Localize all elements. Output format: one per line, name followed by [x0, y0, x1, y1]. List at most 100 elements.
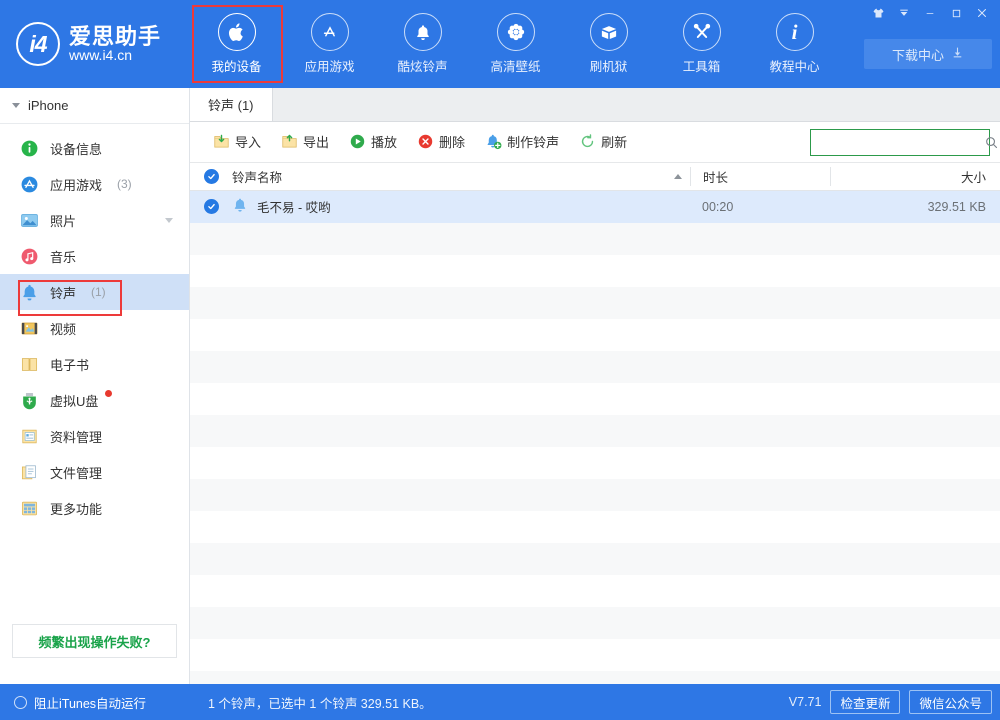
sidebar: iPhone 设备信息 应用游戏 (3) 照片 音乐 铃声 (1) 视频 电子书…	[0, 88, 190, 684]
column-header-name[interactable]: 铃声名称	[232, 167, 690, 186]
sidebar-item-count: (1)	[91, 285, 106, 299]
nav-label: 酷炫铃声	[397, 60, 448, 74]
sidebar-item-device-info[interactable]: 设备信息	[0, 130, 189, 166]
row-checkbox[interactable]	[190, 199, 232, 214]
ringtone-list: 毛不易 - 哎哟 00:20 329.51 KB	[190, 190, 1000, 684]
table-row-empty	[190, 383, 1000, 415]
apple-icon	[217, 13, 256, 51]
sidebar-item-file-management[interactable]: 文件管理	[0, 454, 189, 490]
export-button[interactable]: 导出	[272, 128, 338, 156]
grid-icon	[20, 499, 39, 518]
logo-text: 爱思助手 www.i4.cn	[69, 25, 161, 63]
table-row-empty	[190, 447, 1000, 479]
play-icon	[349, 133, 366, 150]
logo-app-name: 爱思助手	[69, 24, 162, 50]
nav-label: 我的设备	[211, 60, 262, 74]
usb-icon	[20, 391, 39, 410]
table-row-empty	[190, 286, 1000, 319]
nav-label: 应用游戏	[304, 60, 355, 74]
nav-item-apps-games[interactable]: 应用游戏	[283, 0, 376, 88]
sidebar-item-more-features[interactable]: 更多功能	[0, 490, 189, 526]
device-selector[interactable]: iPhone	[0, 88, 189, 124]
ringtone-size: 329.51 KB	[927, 199, 986, 214]
version-label: V7.71	[788, 695, 822, 709]
nav-item-ringtones[interactable]: 酷炫铃声	[376, 0, 469, 88]
import-icon	[213, 133, 230, 150]
import-button[interactable]: 导入	[204, 128, 270, 156]
nav-label: 工具箱	[682, 60, 721, 74]
search-icon[interactable]	[984, 135, 999, 150]
sidebar-item-apps-games[interactable]: 应用游戏 (3)	[0, 166, 189, 202]
sidebar-item-label: 更多功能	[50, 501, 103, 517]
table-row[interactable]: 毛不易 - 哎哟 00:20 329.51 KB	[190, 190, 1000, 223]
sidebar-item-label: 虚拟U盘	[50, 393, 99, 409]
table-row-empty	[190, 414, 1000, 447]
sidebar-item-ringtones[interactable]: 铃声 (1)	[0, 274, 189, 310]
sort-ascending-icon	[674, 173, 682, 179]
sidebar-items: 设备信息 应用游戏 (3) 照片 音乐 铃声 (1) 视频 电子书 虚拟U盘 资…	[0, 124, 189, 526]
block-itunes-toggle[interactable]: 阻止iTunes自动运行	[0, 693, 190, 712]
table-row-empty	[190, 511, 1000, 543]
data-icon	[20, 427, 39, 446]
table-row-empty	[190, 542, 1000, 575]
column-header-name-label: 铃声名称	[232, 170, 283, 185]
nav-item-flash-jailbreak[interactable]: 刷机狱	[562, 0, 655, 88]
app-logo: i4 爱思助手 www.i4.cn	[0, 0, 190, 88]
sidebar-item-music[interactable]: 音乐	[0, 238, 189, 274]
wechat-button[interactable]: 微信公众号	[909, 690, 992, 714]
window-controls	[866, 0, 994, 26]
download-icon	[951, 46, 964, 62]
sidebar-item-ebooks[interactable]: 电子书	[0, 346, 189, 382]
nav-item-wallpapers[interactable]: 高清壁纸	[469, 0, 562, 88]
box-icon	[589, 13, 628, 51]
sidebar-item-label: 视频	[50, 321, 77, 337]
tab-ringtones[interactable]: 铃声 (1)	[190, 87, 273, 121]
logo-website: www.i4.cn	[69, 47, 133, 64]
maximize-button[interactable]	[944, 1, 968, 25]
nav-label: 高清壁纸	[490, 60, 541, 74]
nav-item-toolbox[interactable]: 工具箱	[655, 0, 748, 88]
sidebar-item-label: 音乐	[50, 249, 77, 265]
nav-item-tutorials[interactable]: i 教程中心	[748, 0, 841, 88]
table-row-empty	[190, 319, 1000, 351]
book-icon	[20, 355, 39, 374]
sidebar-item-videos[interactable]: 视频	[0, 310, 189, 346]
search-input[interactable]	[811, 130, 984, 155]
appstore-circle-icon	[20, 175, 39, 194]
make-ringtone-button[interactable]: 制作铃声	[476, 128, 568, 156]
chevron-down-icon[interactable]	[165, 217, 173, 223]
close-button[interactable]	[970, 1, 994, 25]
skin-button[interactable]	[866, 1, 890, 25]
download-center-button[interactable]: 下载中心	[864, 39, 992, 69]
checkbox-checked-icon	[203, 199, 219, 214]
delete-icon	[417, 133, 434, 150]
sidebar-item-photos[interactable]: 照片	[0, 202, 189, 238]
menu-button[interactable]	[892, 1, 916, 25]
search-box[interactable]	[810, 129, 998, 156]
sidebar-item-data-management[interactable]: 资料管理	[0, 418, 189, 454]
status-summary: 1 个铃声，已选中 1 个铃声 329.51 KB。	[208, 696, 432, 711]
refresh-button[interactable]: 刷新	[570, 128, 636, 156]
nav-item-my-device[interactable]: 我的设备	[190, 0, 283, 88]
check-update-button[interactable]: 检查更新	[830, 690, 901, 714]
nav-label: 教程中心	[769, 60, 820, 74]
new-badge-dot	[105, 390, 113, 397]
select-all-checkbox[interactable]	[190, 168, 232, 184]
minimize-button[interactable]	[918, 1, 942, 25]
sidebar-item-virtual-usb[interactable]: 虚拟U盘	[0, 382, 189, 418]
make-ringtone-icon	[485, 133, 502, 150]
refresh-icon	[579, 133, 596, 150]
bell-icon	[20, 283, 39, 302]
sidebar-item-label: 应用游戏	[50, 177, 103, 193]
toolbar-label: 导出	[303, 135, 330, 151]
troubleshoot-button[interactable]: 频繁出现操作失败?	[12, 624, 177, 658]
table-row-empty	[190, 255, 1000, 287]
main-content: 铃声 (1) 导入 导出 播放 删除 制作铃声 刷新 铃声名称 时长 大小 毛不…	[190, 87, 1000, 684]
device-name: iPhone	[28, 98, 69, 113]
app-body: iPhone 设备信息 应用游戏 (3) 照片 音乐 铃声 (1) 视频 电子书…	[0, 87, 1000, 684]
delete-button[interactable]: 删除	[408, 128, 474, 156]
column-header-size[interactable]: 大小	[830, 166, 1000, 186]
column-header-duration[interactable]: 时长	[690, 166, 830, 186]
play-button[interactable]: 播放	[340, 128, 406, 156]
chevron-down-icon	[12, 103, 20, 108]
